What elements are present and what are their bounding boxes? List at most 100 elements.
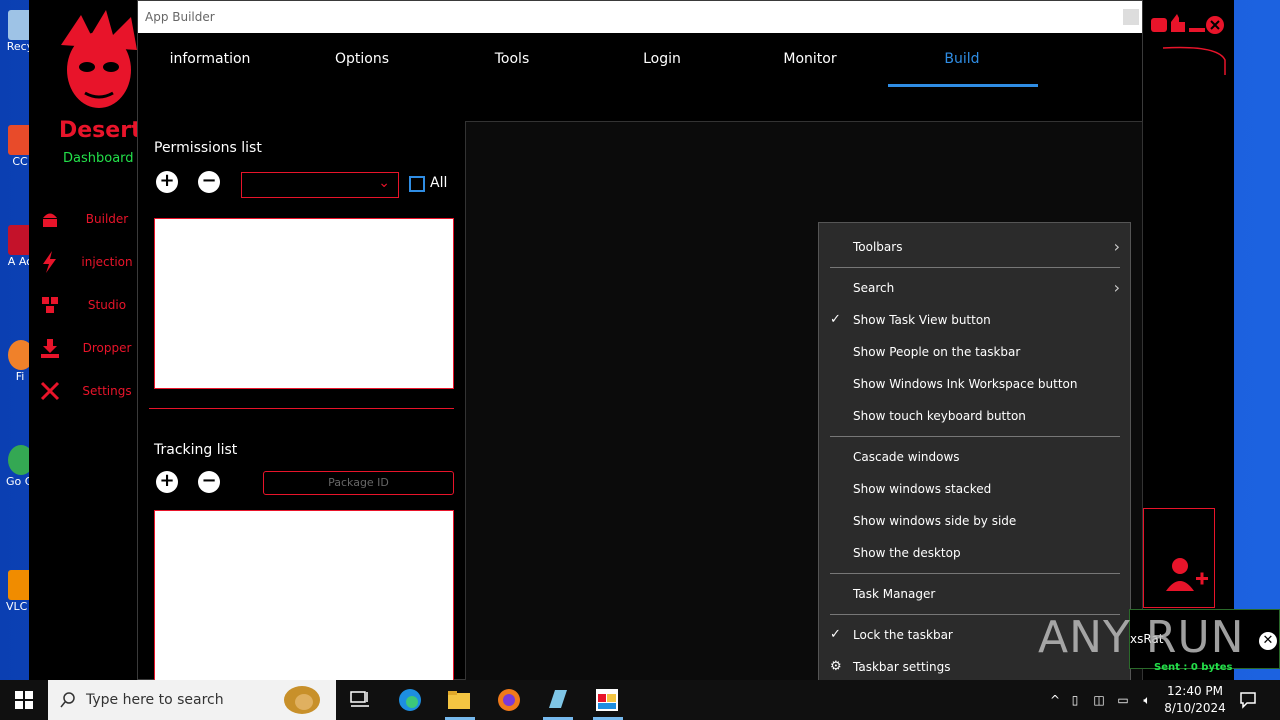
android-icon <box>39 208 61 230</box>
menu-item-label: Show the desktop <box>853 546 961 560</box>
chevron-right-icon: › <box>1113 237 1120 256</box>
dashboard-sidebar: Desert Dashboard Builder injection Studi… <box>29 0 142 680</box>
app-builder-taskbar-icon[interactable] <box>595 688 619 712</box>
menu-item-label: Show Task View button <box>853 313 991 327</box>
menu-item-label: Show touch keyboard button <box>853 409 1026 423</box>
notification-close-button[interactable]: ✕ <box>1259 632 1277 650</box>
permissions-list-label: Permissions list <box>154 140 262 156</box>
menu-item-show-desktop[interactable]: Show the desktop <box>819 537 1130 569</box>
menu-item-cascade-windows[interactable]: Cascade windows <box>819 441 1130 473</box>
dashboard-nav-studio[interactable]: Studio <box>39 293 137 317</box>
plus-icon: + <box>159 170 175 191</box>
tracking-list[interactable] <box>154 510 454 681</box>
chevron-down-icon: ⌄ <box>378 175 390 191</box>
permission-select[interactable]: ⌄ <box>241 172 399 198</box>
youtube-icon <box>1151 18 1167 32</box>
minimize-icon <box>1189 28 1205 32</box>
dashboard-nav-injection[interactable]: injection <box>39 250 137 274</box>
usb-icon[interactable]: ▯ <box>1063 693 1087 707</box>
network-icon[interactable]: ▭ <box>1111 693 1135 707</box>
gear-icon: ⚙ <box>830 659 842 674</box>
tab-information[interactable]: information <box>135 51 285 67</box>
menu-item-windows-stacked[interactable]: Show windows stacked <box>819 473 1130 505</box>
menu-item-label: Search <box>853 281 895 295</box>
minus-icon: − <box>201 170 217 191</box>
device-icon[interactable]: ◫ <box>1087 693 1111 707</box>
menu-item-label: Show windows stacked <box>853 482 992 496</box>
menu-item-label: Show Windows Ink Workspace button <box>853 377 1078 391</box>
windows-logo-icon <box>15 691 33 709</box>
dashboard-title: Desert <box>59 118 142 143</box>
tab-monitor[interactable]: Monitor <box>735 51 885 67</box>
menu-separator <box>830 573 1120 574</box>
menu-item-show-ink-workspace[interactable]: Show Windows Ink Workspace button <box>819 368 1130 400</box>
window-titlebar: App Builder <box>138 1 1142 33</box>
menu-item-toolbars[interactable]: Toolbars › <box>819 231 1130 263</box>
all-permissions-label: All <box>430 175 448 191</box>
search-placeholder: Type here to search <box>86 692 224 708</box>
dashboard-subtitle: Dashboard <box>63 151 134 166</box>
add-permission-button[interactable]: + <box>156 171 178 193</box>
action-center-icon[interactable] <box>1239 691 1257 709</box>
menu-item-label: Show windows side by side <box>853 514 1017 528</box>
remove-tracking-button[interactable]: − <box>198 471 220 493</box>
download-icon <box>39 337 61 359</box>
dashboard-header-controls <box>1151 14 1226 75</box>
cubes-icon <box>39 294 61 316</box>
chevron-right-icon: › <box>1113 278 1120 297</box>
window-title: App Builder <box>145 10 215 24</box>
menu-item-show-people[interactable]: Show People on the taskbar <box>819 336 1130 368</box>
tab-bar: information Options Tools Login Monitor … <box>138 33 1142 89</box>
clock-time: 12:40 PM <box>1167 684 1223 698</box>
firefox-icon[interactable] <box>497 688 521 712</box>
taskbar: Type here to search ^ ▯ ◫ ▭ 🔈︎ 12:40 PM … <box>0 680 1280 720</box>
add-user-icon <box>1166 558 1208 591</box>
dashboard-nav-label: Studio <box>87 298 127 312</box>
menu-separator <box>830 436 1120 437</box>
remove-permission-button[interactable]: − <box>198 171 220 193</box>
section-divider <box>149 408 454 409</box>
add-user-card[interactable] <box>1143 508 1215 608</box>
menu-separator <box>830 267 1120 268</box>
edge-icon[interactable] <box>398 688 422 712</box>
file-explorer-icon[interactable] <box>447 688 471 712</box>
menu-item-side-by-side[interactable]: Show windows side by side <box>819 505 1130 537</box>
menu-item-search[interactable]: Search › <box>819 272 1130 304</box>
dashboard-nav-builder[interactable]: Builder <box>39 207 137 231</box>
lion-search-highlight-icon <box>284 686 320 714</box>
taskbar-clock[interactable]: 12:40 PM 8/10/2024 <box>1160 683 1230 717</box>
lightning-icon <box>39 251 61 273</box>
permissions-list[interactable] <box>154 218 454 389</box>
package-id-input[interactable]: Package ID <box>263 471 454 495</box>
active-tab-indicator <box>888 84 1038 87</box>
tools-icon <box>39 380 61 402</box>
tab-tools[interactable]: Tools <box>437 51 587 67</box>
dashboard-nav-label: Settings <box>82 384 132 398</box>
tab-build[interactable]: Build <box>887 51 1037 67</box>
tab-login[interactable]: Login <box>587 51 737 67</box>
tab-options[interactable]: Options <box>287 51 437 67</box>
notepad-icon[interactable] <box>545 688 569 712</box>
dashboard-nav-label: Builder <box>85 212 129 226</box>
menu-item-label: Show People on the taskbar <box>853 345 1021 359</box>
start-button[interactable] <box>0 680 48 720</box>
tracking-list-label: Tracking list <box>154 442 238 458</box>
task-view-icon[interactable] <box>348 688 372 712</box>
chevron-up-icon[interactable]: ^ <box>1047 693 1063 707</box>
skull-logo-icon <box>61 10 137 108</box>
thumbs-up-icon <box>1171 14 1185 32</box>
menu-item-show-task-view[interactable]: ✓ Show Task View button <box>819 304 1130 336</box>
window-close-button[interactable] <box>1123 9 1139 25</box>
menu-item-task-manager[interactable]: Task Manager <box>819 578 1130 610</box>
taskbar-search-box[interactable]: Type here to search <box>48 680 336 720</box>
volume-icon[interactable]: 🔈︎ <box>1135 693 1159 708</box>
dashboard-nav-settings[interactable]: Settings <box>39 379 137 403</box>
all-permissions-checkbox[interactable] <box>409 176 425 192</box>
search-icon <box>60 692 75 708</box>
menu-item-show-touch-keyboard[interactable]: Show touch keyboard button <box>819 400 1130 432</box>
menu-item-label: Task Manager <box>853 587 936 601</box>
dashboard-nav-dropper[interactable]: Dropper <box>39 336 137 360</box>
add-tracking-button[interactable]: + <box>156 471 178 493</box>
minus-icon: − <box>201 470 217 491</box>
menu-item-label: Lock the taskbar <box>853 628 953 642</box>
